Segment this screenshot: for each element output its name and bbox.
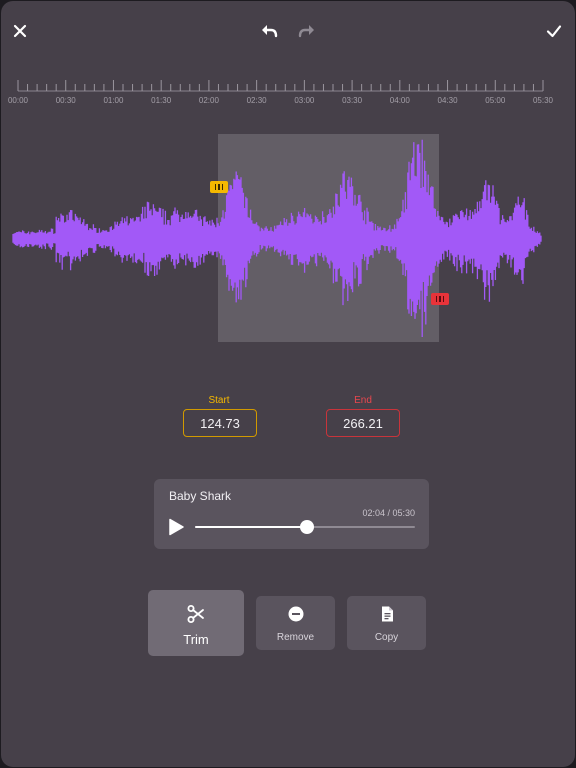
close-icon [13, 24, 27, 38]
grip-icon [435, 296, 445, 302]
scissors-icon [187, 605, 204, 623]
timeline-tick-label: 03:30 [342, 96, 363, 105]
timeline-tick-label: 03:00 [294, 96, 315, 105]
audio-waveform[interactable] [1, 131, 575, 351]
redo-button[interactable] [297, 21, 317, 41]
timeline-tick-label: 02:30 [246, 96, 267, 105]
start-handle[interactable] [210, 181, 228, 193]
playback-slider[interactable] [195, 520, 415, 534]
confirm-button[interactable] [544, 21, 564, 41]
trim-label: Trim [183, 632, 209, 647]
play-button[interactable] [168, 518, 184, 536]
document-icon [382, 606, 393, 622]
end-time-field[interactable]: 266.21 [326, 409, 400, 437]
copy-label: Copy [374, 632, 399, 643]
close-button[interactable] [10, 21, 30, 41]
playback-progress [195, 526, 308, 528]
timeline-tick-label: 02:00 [198, 96, 219, 105]
copy-button[interactable]: Copy [347, 596, 426, 650]
remove-button[interactable]: Remove [256, 596, 335, 650]
waveform-path [12, 139, 542, 337]
timeline-tick-label: 00:00 [7, 96, 29, 105]
track-title: Baby Shark [169, 489, 232, 503]
undo-button[interactable] [259, 21, 279, 41]
timeline-tick-label: 00:30 [55, 96, 76, 105]
timeline-tick-label: 01:30 [151, 96, 172, 105]
minus-circle-icon [288, 606, 304, 622]
timeline-tick-label: 05:00 [485, 96, 506, 105]
grip-icon [214, 184, 224, 190]
end-label: End [354, 395, 372, 406]
timeline-tick-label: 04:00 [389, 96, 410, 105]
editor-screen: 00:00 00:30 01:00 01:30 02:00 02:30 03:00 03:30… [1, 1, 575, 767]
checkmark-icon [546, 25, 562, 38]
trim-button[interactable]: Trim [148, 590, 244, 656]
timeline-tick-label: 05:30 [532, 96, 554, 105]
remove-label: Remove [276, 632, 315, 643]
end-handle[interactable] [431, 293, 449, 305]
timeline-tick-label: 01:00 [103, 96, 124, 105]
timeline-tick-label: 04:30 [437, 96, 458, 105]
start-label: Start [208, 395, 230, 406]
start-time-field[interactable]: 124.73 [183, 409, 257, 437]
redo-icon [298, 25, 314, 38]
audio-player-card: Baby Shark 02:04 / 05:30 [154, 479, 429, 549]
playback-knob[interactable] [300, 520, 315, 534]
play-icon [169, 518, 184, 536]
undo-icon [262, 25, 278, 38]
timeline-ruler[interactable] [1, 77, 575, 111]
playback-time: 02:04 / 05:30 [362, 508, 415, 518]
